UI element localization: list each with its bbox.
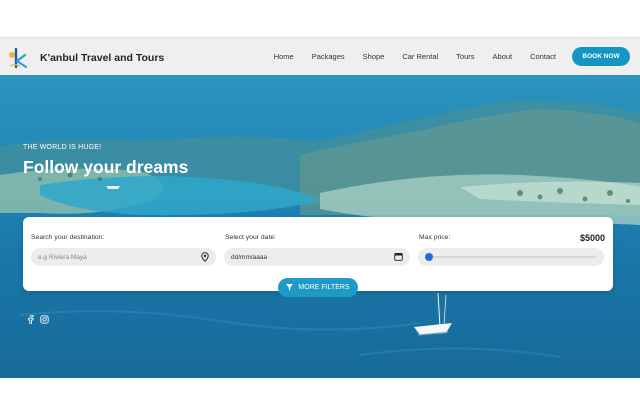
- nav-tours[interactable]: Tours: [456, 52, 474, 61]
- nav-packages[interactable]: Packages: [312, 52, 345, 61]
- calendar-icon[interactable]: [394, 252, 403, 263]
- top-navbar: K'anbul Travel and Tours Home Packages S…: [0, 37, 640, 75]
- price-label: Max price:: [419, 234, 451, 241]
- brand-name: K'anbul Travel and Tours: [40, 52, 165, 64]
- brand[interactable]: K'anbul Travel and Tours: [8, 46, 164, 70]
- destination-label: Search your destination:: [31, 234, 105, 241]
- hero-section: THE WORLD IS HUGE! Follow your dreams Se…: [0, 75, 640, 378]
- more-filters-button[interactable]: MORE FILTERS: [278, 278, 358, 297]
- nav-shope[interactable]: Shope: [363, 52, 385, 61]
- hero-headline: Follow your dreams: [23, 157, 189, 177]
- destination-input[interactable]: e.g Riviera Maya: [31, 248, 216, 266]
- destination-placeholder: e.g Riviera Maya: [38, 253, 87, 261]
- price-slider-track: [428, 256, 596, 258]
- more-filters-label: MORE FILTERS: [298, 284, 350, 291]
- instagram-icon[interactable]: [39, 314, 49, 324]
- location-pin-icon: [201, 252, 209, 264]
- nav-contact[interactable]: Contact: [530, 52, 556, 61]
- book-now-button[interactable]: BOOK NOW: [572, 47, 630, 66]
- price-slider[interactable]: [418, 248, 604, 266]
- nav-car-rental[interactable]: Car Rental: [402, 52, 438, 61]
- hero-tagline: THE WORLD IS HUGE!: [23, 144, 102, 151]
- date-input[interactable]: dd/mm/aaaa: [224, 248, 410, 266]
- date-value: dd/mm/aaaa: [231, 253, 268, 261]
- logo-icon: [8, 46, 32, 70]
- nav-home[interactable]: Home: [274, 52, 294, 61]
- nav-about[interactable]: About: [493, 52, 513, 61]
- facebook-icon[interactable]: [25, 314, 35, 324]
- price-slider-handle[interactable]: [425, 253, 433, 261]
- price-value: $5000: [579, 233, 605, 243]
- filter-funnel-icon: [286, 284, 294, 291]
- main-nav: Home Packages Shope Car Rental Tours Abo…: [256, 52, 556, 61]
- date-label: Select your date:: [225, 234, 277, 241]
